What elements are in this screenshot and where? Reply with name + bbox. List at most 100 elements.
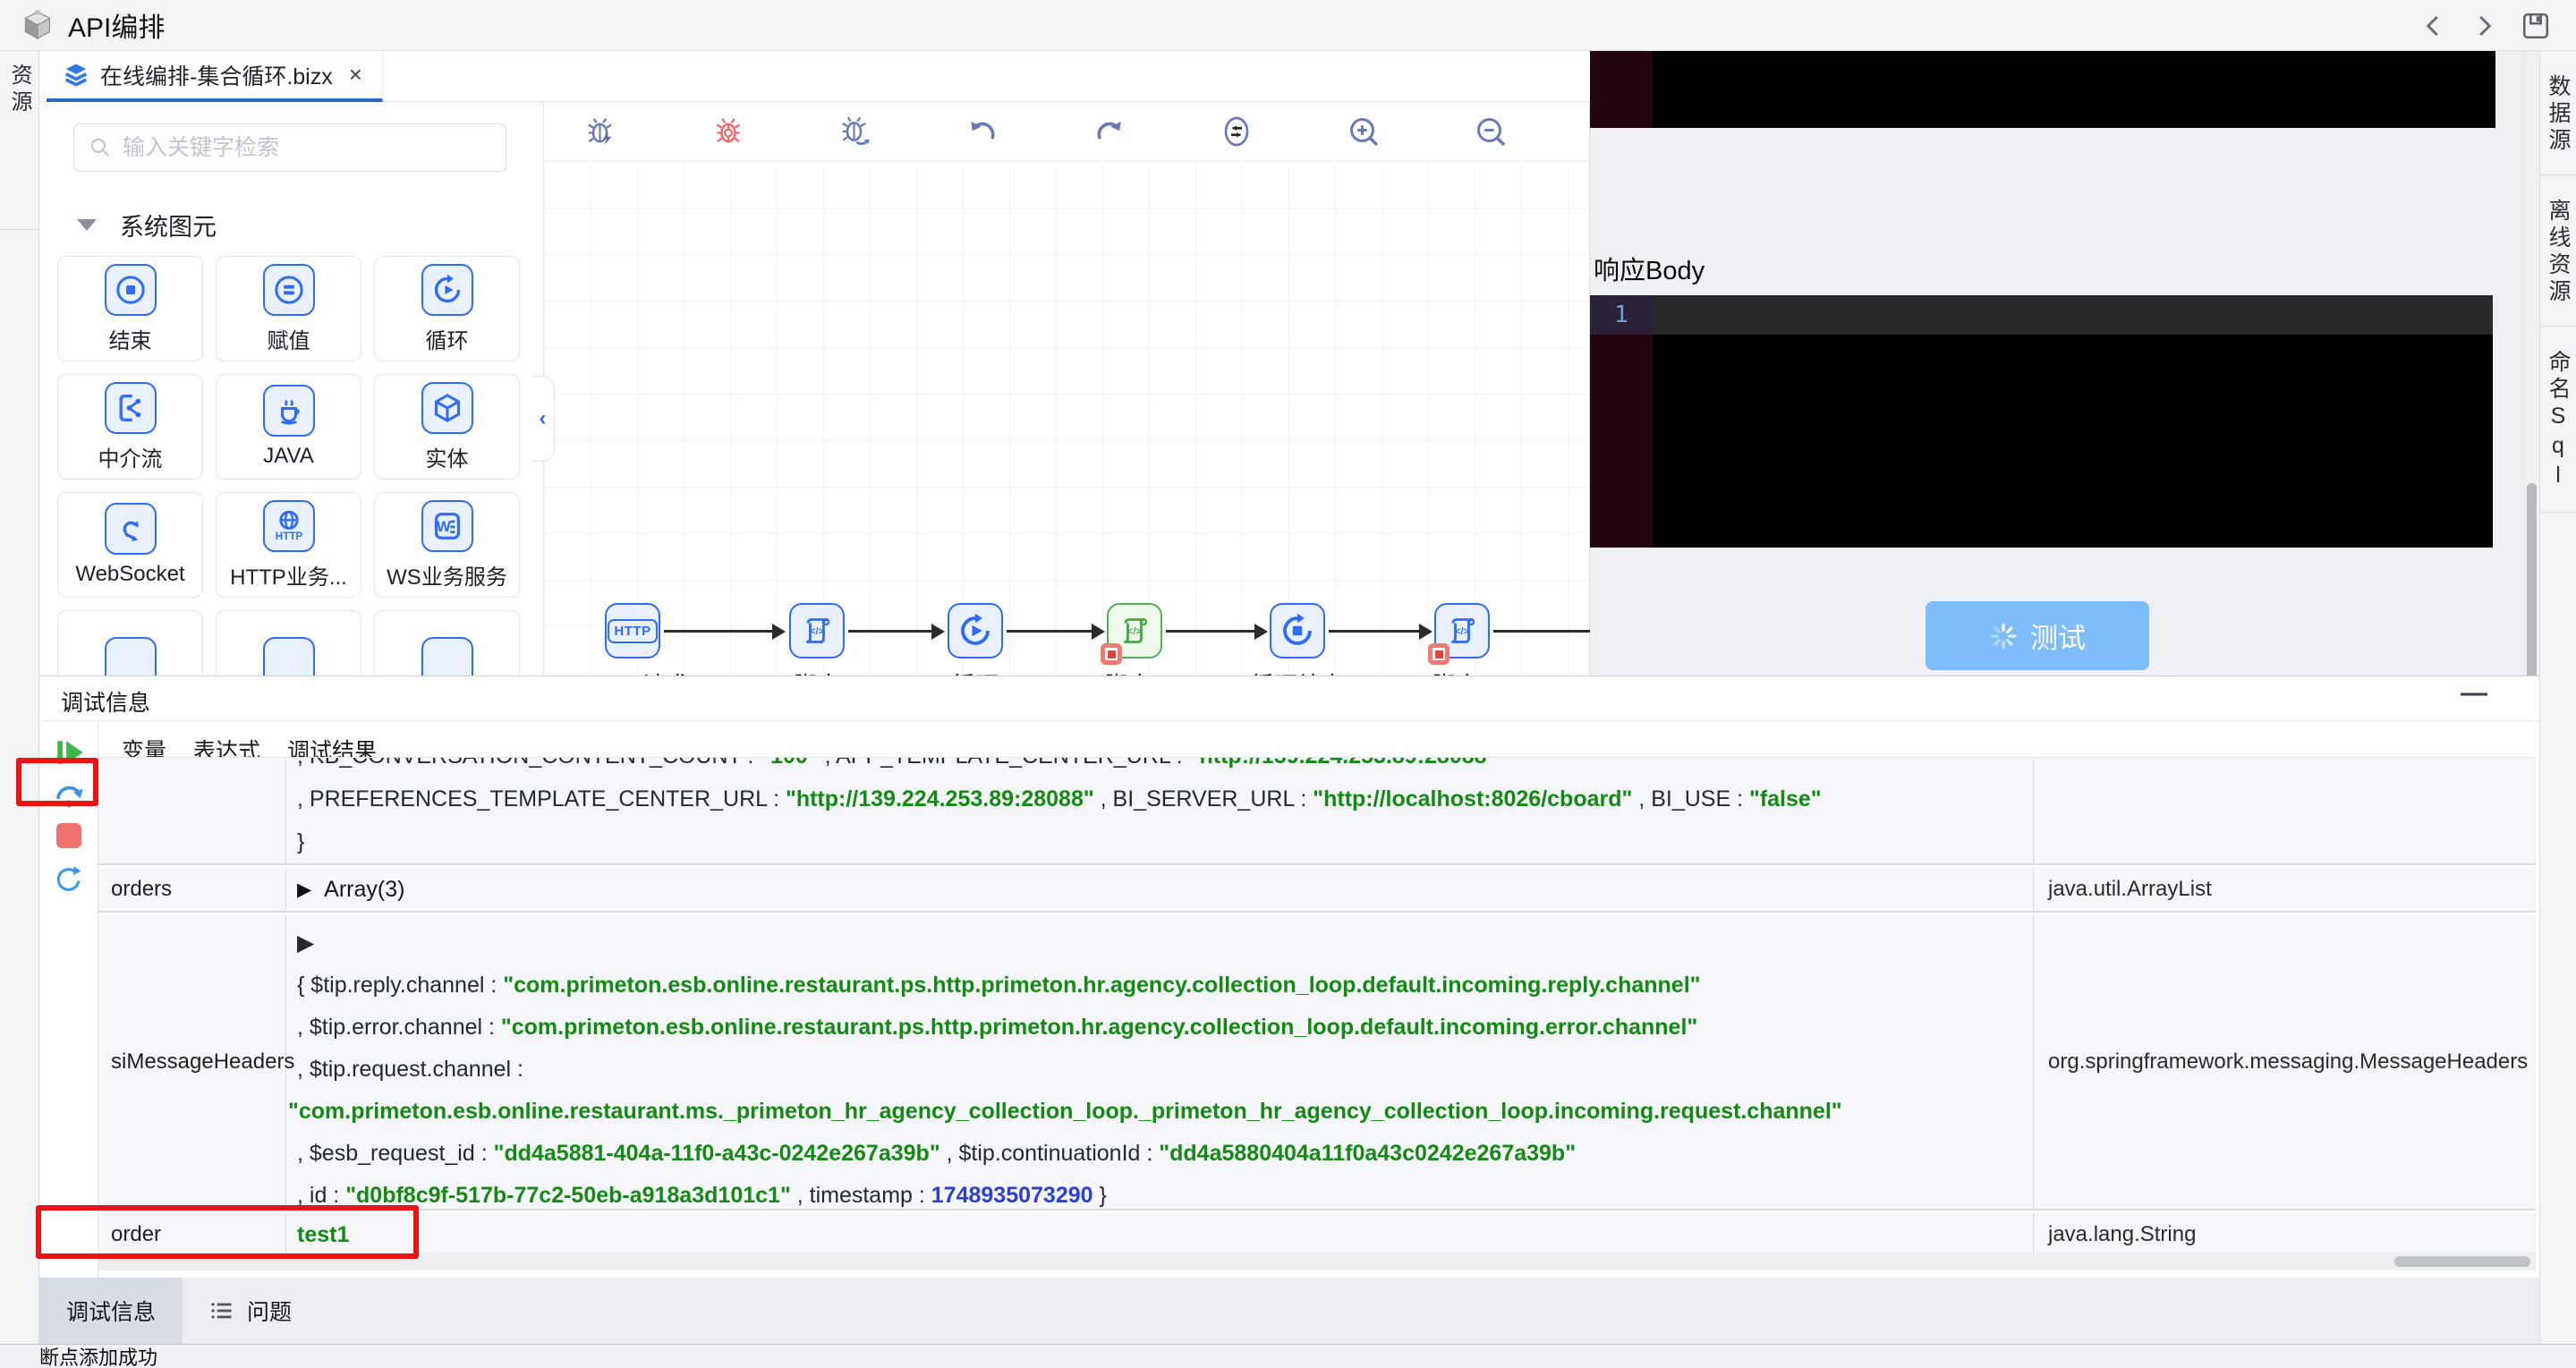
node-loop[interactable]: 循环 [948,603,1003,699]
sidebar-item-datasource[interactable]: 数据源 [2540,51,2576,175]
document-tab-bar: 在线编排-集合循环.bizx × [39,51,1590,102]
request-editor-partial[interactable] [1590,51,2495,128]
palette-card-partial[interactable] [57,610,203,676]
document-tab-label: 在线编排-集合循环.bizx [100,64,333,89]
svg-text:</>: </> [810,626,824,637]
response-body-label: 响应Body [1594,257,1705,285]
palette-collapse-handle[interactable]: ‹ [531,376,555,462]
script-node-icon: </> [1124,617,1148,643]
palette-section-header[interactable]: 系统图元 [77,208,217,242]
redo-icon[interactable] [1093,115,1126,148]
sidebar-item-resources[interactable]: 资源 [0,51,38,230]
node-script1[interactable]: </> 脚本1 [1101,603,1164,699]
variable-value: test1 [297,1221,350,1247]
json-line: , $tip.error.channel : "com.primeton.esb… [297,1015,1698,1040]
response-body-editor[interactable]: 1 [1590,295,2493,548]
list-icon [211,1303,232,1319]
step-debug-bug-icon[interactable] [839,115,871,148]
bottom-tab-debug-info[interactable]: 调试信息 [39,1278,183,1344]
step-over-icon[interactable] [53,780,85,812]
node-loop-end[interactable]: 循环结束 [1251,603,1344,699]
variable-name-cell: siMessageHeaders [98,915,294,1209]
debug-run-bug-icon[interactable] [585,115,617,148]
undo-icon[interactable] [966,115,999,148]
palette-card-http-service[interactable]: HTTP HTTP业务... [216,492,361,598]
palette-card-ws-service[interactable]: W WS业务服务 [374,492,520,598]
palette-card-partial[interactable] [374,610,520,676]
ws-service-icon: W [434,512,460,540]
json-line: } [297,829,305,854]
palette-section-label: 系统图元 [120,214,217,241]
palette-card-websocket[interactable]: WebSocket [57,492,203,598]
palette-card-entity[interactable]: 实体 [374,374,520,480]
table-row-order[interactable]: order test1 java.lang.String [98,1213,2536,1253]
table-row-orders[interactable]: orders ▶ Array(3) java.util.ArrayList [98,868,2536,913]
save-icon[interactable] [2521,11,2551,41]
breakpoint-badge[interactable] [1428,643,1450,665]
zoom-out-icon[interactable] [1475,115,1507,148]
json-line: , KB_CONVERSATION_CONTENT_COUNT : "100" … [297,758,2033,777]
line-number: 1 [1590,295,1653,335]
resume-icon[interactable] [54,737,84,768]
scrollbar-thumb[interactable] [2394,1256,2530,1267]
search-icon [90,138,109,157]
palette-card-partial[interactable] [216,610,361,676]
debug-panel-title: 调试信息 [61,691,151,716]
restart-icon[interactable] [54,864,84,895]
json-line: { $tip.reply.channel : "com.primeton.esb… [297,973,1701,998]
mediator-flow-icon [119,394,140,421]
node-script2[interactable]: </> 脚本2 [1428,603,1492,699]
flow-diagram-area[interactable]: HTTP HTTP 请求 </> 脚本 循环 </> 脚本1 [544,161,1590,699]
variables-table: , KB_CONVERSATION_CONTENT_COUNT : "100" … [98,757,2536,1253]
variable-type-cell: java.util.ArrayList [2033,868,2536,911]
table-row-si-message-headers[interactable]: siMessageHeaders ▶ { $tip.reply.channel … [98,915,2536,1211]
palette-card-java[interactable]: JAVA [216,374,361,480]
flow-arrow [1493,624,1590,640]
palette-grid: 结束 赋值 循环 中介流 JAVA 实体 WebSocket HTTP HTTP… [57,256,520,676]
test-button[interactable]: 测试 [1926,601,2149,670]
json-line: , $esb_request_id : "dd4a5881-404a-11f0-… [297,1141,1577,1166]
palette-card-assign[interactable]: 赋值 [216,256,361,361]
breakpoint-badge[interactable] [1101,643,1122,665]
expand-triangle-icon[interactable]: ▶ [297,879,311,901]
bottom-tab-problems[interactable]: 问题 [183,1278,319,1344]
canvas-toolbar [544,102,1589,161]
table-row-scrolled-json[interactable]: , KB_CONVERSATION_CONTENT_COUNT : "100" … [98,758,2536,865]
palette-card-loop[interactable]: 循环 [374,256,520,361]
sidebar-item-offline-resources[interactable]: 离线资源 [2540,175,2576,327]
end-icon [115,275,145,304]
sidebar-item-named-sql[interactable]: 命名Sql [2540,327,2576,513]
java-icon [280,399,300,425]
forward-chevron-icon[interactable] [2470,13,2497,39]
node-http-request[interactable]: HTTP HTTP 请求 [576,603,689,699]
test-panel: 响应Body 1 测试 [1590,51,2523,676]
right-sidebar: 数据源 离线资源 命名Sql [2539,51,2576,1344]
app-title: API编排 [68,13,166,43]
document-tab[interactable]: 在线编排-集合循环.bizx × [47,51,383,102]
variable-name-cell: order [98,1213,286,1253]
back-chevron-icon[interactable] [2420,13,2447,39]
node-script[interactable]: </> 脚本 [789,603,845,699]
json-line: "com.primeton.esb.online.restaurant.ms._… [288,1099,1842,1124]
close-icon[interactable]: × [349,61,362,89]
debug-panel: 调试信息 — 变量 表达式 调试结果 , PREFERENCES_TEMPLAT… [39,676,2539,1278]
stop-icon[interactable] [55,823,81,848]
palette-card-end[interactable]: 结束 [57,256,203,361]
palette-card-mediator[interactable]: 中介流 [57,374,203,480]
svg-text:</>: </> [1127,626,1142,637]
entity-cube-icon [434,393,460,422]
zoom-in-icon[interactable] [1348,115,1380,148]
search-input[interactable] [123,134,491,161]
svg-text:</>: </> [1455,626,1469,637]
json-line[interactable]: ▶ [297,922,2033,964]
sync-swap-icon[interactable] [1220,115,1253,148]
palette-search[interactable] [73,123,506,172]
websocket-icon [123,521,139,541]
clear-breakpoints-bug-icon[interactable] [712,115,744,148]
loop-end-node-icon [1283,613,1312,645]
minimize-icon[interactable]: — [2461,678,2487,709]
bottom-tab-bar: 调试信息 问题 [39,1278,2539,1344]
variable-value: Array(3) [324,876,405,902]
flow-canvas: HTTP HTTP 请求 </> 脚本 循环 </> 脚本1 [544,102,1590,699]
loop-node-icon [961,613,990,645]
